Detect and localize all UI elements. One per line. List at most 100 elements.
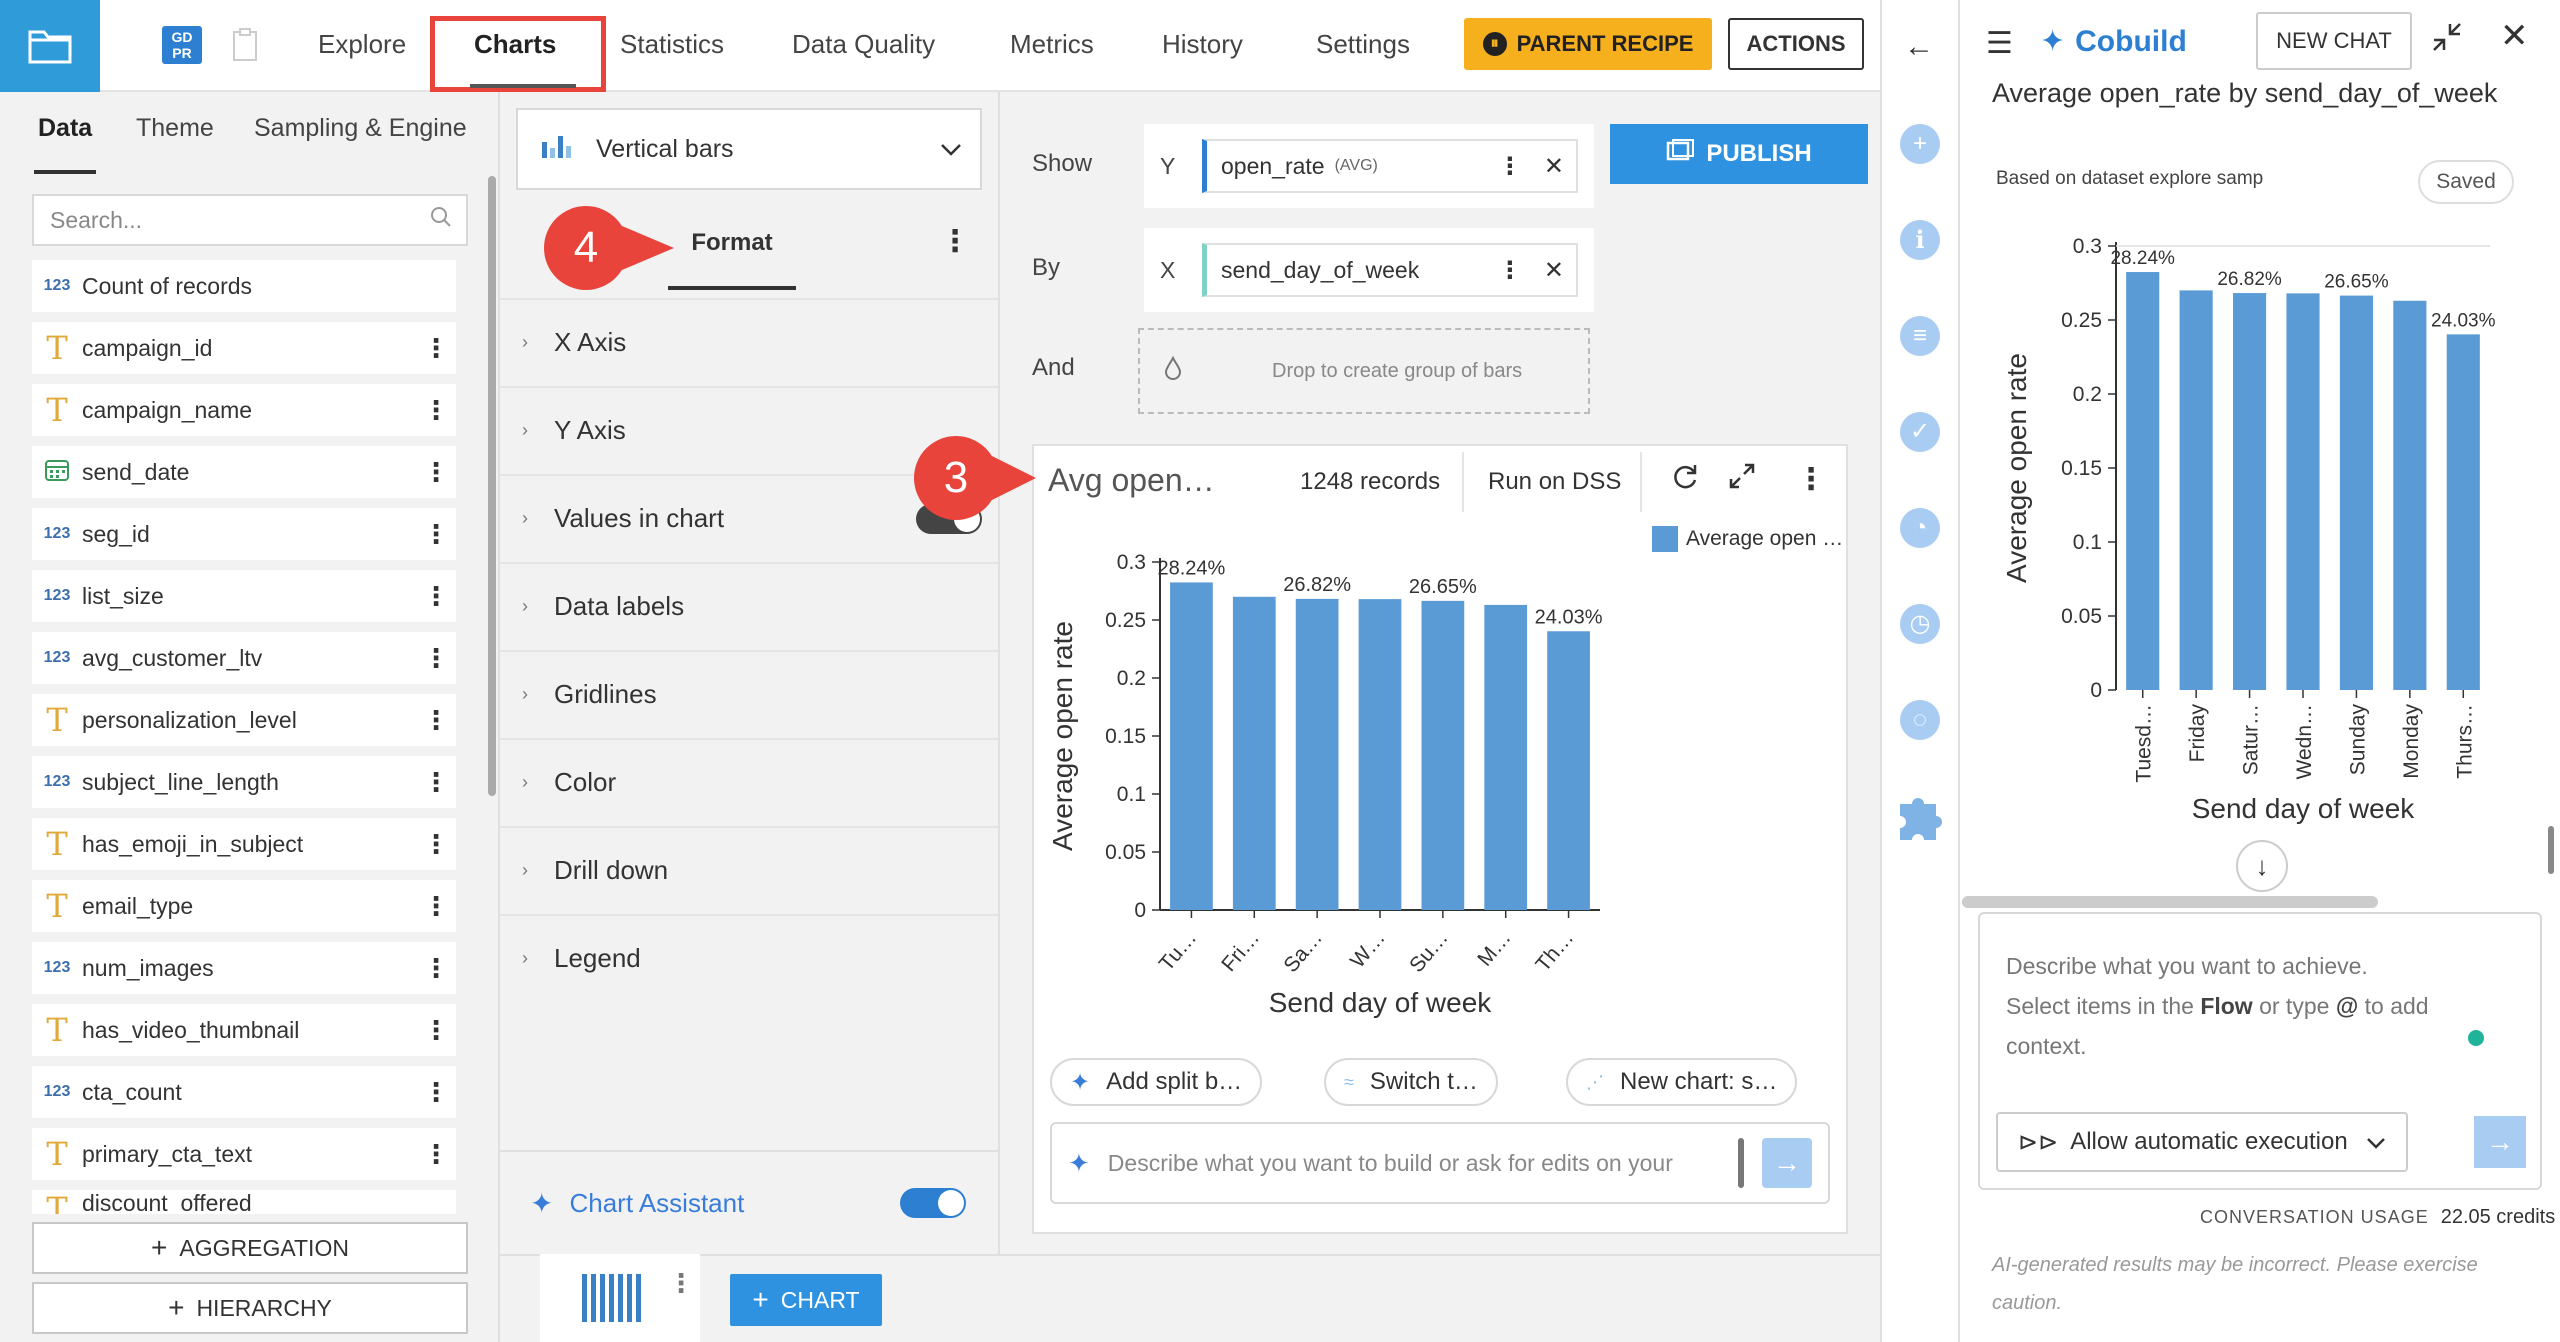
tab-theme[interactable]: Theme [136,114,214,143]
more-options-icon[interactable]: ⋮ [416,333,456,364]
scrollbar[interactable] [488,176,496,796]
close-icon[interactable]: ✕ [2500,16,2529,56]
scrollbar[interactable] [1962,896,2378,908]
parent-recipe-button[interactable]: ⏸ PARENT RECIPE [1464,18,1712,70]
tab-data[interactable]: Data [38,114,92,143]
clock-icon[interactable]: ◷ [1900,604,1940,644]
send-button[interactable]: → [1762,1138,1812,1188]
column-item[interactable]: 123 Count of records [32,260,456,312]
column-search-input[interactable]: Search... [32,194,468,246]
tab-sampling-engine[interactable]: Sampling & Engine [254,114,467,143]
format-section[interactable]: › Legend [500,914,998,1000]
group-drop-zone[interactable]: Drop to create group of bars [1138,328,1590,414]
column-item[interactable]: 123 seg_id ⋮ [32,508,456,560]
more-options-icon[interactable]: ⋮ [940,224,970,259]
actions-button[interactable]: ACTIONS [1728,18,1864,70]
check-circle-icon[interactable]: ✓ [1900,412,1940,452]
more-options-icon[interactable]: ⋮ [416,1015,456,1046]
column-item[interactable]: Tcampaign_name ⋮ [32,384,456,436]
column-item[interactable]: 123 cta_count ⋮ [32,1066,456,1118]
y-measure-pill[interactable]: open_rate (AVG) ⋮ ✕ [1202,139,1578,193]
plus-circle-icon[interactable]: + [1900,124,1940,164]
tab-history[interactable]: History [1162,0,1243,90]
chart-ask-input[interactable]: ✦ Describe what you want to build or ask… [1050,1122,1830,1204]
column-item[interactable]: send_date ⋮ [32,446,456,498]
more-options-icon[interactable]: ⋮ [416,581,456,612]
format-section[interactable]: › Drill down [500,826,998,912]
column-item[interactable]: Thas_video_thumbnail ⋮ [32,1004,456,1056]
more-options-icon[interactable]: ⋮ [416,1077,456,1108]
more-options-icon[interactable]: ⋮ [416,457,456,488]
publish-button[interactable]: PUBLISH [1610,124,1868,184]
refresh-icon[interactable] [1670,462,1700,500]
chat-icon[interactable]: ◌ [1900,700,1940,740]
list-icon[interactable]: ≡ [1900,316,1940,356]
expand-icon[interactable] [1728,462,1756,498]
cobuild-bar-chart[interactable]: 0 0.05 0.1 0.15 0.2 0.25 0.3 28.24% Tuesd… Friday… [1990,232,2530,832]
scrollbar[interactable] [2548,826,2554,874]
folder-icon[interactable] [0,0,100,92]
execution-mode-select[interactable]: ⊳⊳ Allow automatic execution [1996,1112,2408,1172]
collapse-icon[interactable] [2430,20,2464,61]
gdpr-badge[interactable]: GD PR [162,26,202,64]
close-icon[interactable]: ✕ [1544,152,1564,181]
column-item[interactable]: Tcampaign_id ⋮ [32,322,456,374]
column-item[interactable]: 123 avg_customer_ltv ⋮ [32,632,456,684]
format-section[interactable]: › X Axis [500,298,998,384]
column-item[interactable]: 123 num_images ⋮ [32,942,456,994]
chart-legend[interactable]: Average open … [1652,526,1843,552]
new-chat-button[interactable]: NEW CHAT [2256,12,2412,70]
more-options-icon[interactable]: ⋮ [416,643,456,674]
column-item[interactable]: Tdiscount_offered [32,1190,456,1214]
column-item[interactable]: Temail_type ⋮ [32,880,456,932]
more-options-icon[interactable]: ⋮ [1498,256,1522,285]
format-section[interactable]: › Data labels [500,562,998,648]
puzzle-icon[interactable] [1896,792,1950,849]
tab-settings[interactable]: Settings [1316,0,1410,90]
column-item[interactable]: 123 subject_line_length ⋮ [32,756,456,808]
scroll-down-button[interactable]: ↓ [2236,840,2288,892]
tab-data-quality[interactable]: Data Quality [792,0,935,90]
more-options-icon[interactable]: ⋮ [416,891,456,922]
chart-title[interactable]: Avg open… [1048,462,1215,499]
send-button[interactable]: → [2474,1116,2526,1168]
suggestion-chip[interactable]: ✦ Add split b… [1050,1058,1263,1106]
main-bar-chart[interactable]: 0 0.05 0.1 0.15 0.2 0.25 0.3 28.24% Tu… Fri… 26.82… [1040,530,1660,1030]
column-item[interactable]: Tprimary_cta_text ⋮ [32,1128,456,1180]
add-hierarchy-button[interactable]: + HIERARCHY [32,1282,468,1334]
tab-format[interactable]: Format [668,212,796,288]
add-aggregation-button[interactable]: + AGGREGATION [32,1222,468,1274]
format-section[interactable]: › Gridlines [500,650,998,736]
add-chart-button[interactable]: + CHART [730,1274,882,1326]
suggestion-chip[interactable]: ≈ Switch t… [1324,1058,1498,1106]
column-item[interactable]: Thas_emoji_in_subject ⋮ [32,818,456,870]
parent-recipe-label: PARENT RECIPE [1516,31,1694,56]
more-options-icon[interactable]: ⋮ [668,1268,694,1299]
more-options-icon[interactable]: ⋮ [416,829,456,860]
discussions-icon[interactable]: ◔ [1900,508,1940,548]
format-section[interactable]: › Color [500,738,998,824]
more-options-icon[interactable]: ⋮ [416,767,456,798]
tab-statistics[interactable]: Statistics [620,0,724,90]
run-on-engine[interactable]: Run on DSS [1488,468,1621,496]
more-options-icon[interactable]: ⋮ [416,953,456,984]
menu-icon[interactable]: ☰ [1986,26,2013,61]
chart-thumbnail-tab[interactable]: ⋮ [540,1254,700,1342]
more-options-icon[interactable]: ⋮ [416,705,456,736]
suggestion-chip[interactable]: ⋰ New chart: s… [1566,1058,1798,1106]
more-options-icon[interactable]: ⋮ [416,519,456,550]
x-dimension-pill[interactable]: send_day_of_week ⋮ ✕ [1202,243,1578,297]
more-options-icon[interactable]: ⋮ [416,395,456,426]
close-icon[interactable]: ✕ [1544,256,1564,285]
tab-explore[interactable]: Explore [318,0,406,90]
more-options-icon[interactable]: ⋮ [416,1139,456,1170]
more-options-icon[interactable]: ⋮ [1498,152,1522,181]
more-options-icon[interactable]: ⋮ [1796,462,1826,497]
info-icon[interactable]: i [1900,220,1940,260]
dataset-icon[interactable] [232,28,258,69]
chart-type-select[interactable]: Vertical bars [516,108,982,190]
column-item[interactable]: Tpersonalization_level ⋮ [32,694,456,746]
column-item[interactable]: 123 list_size ⋮ [32,570,456,622]
tab-metrics[interactable]: Metrics [1010,0,1094,90]
arrow-left-icon[interactable]: ← [1904,30,1934,64]
